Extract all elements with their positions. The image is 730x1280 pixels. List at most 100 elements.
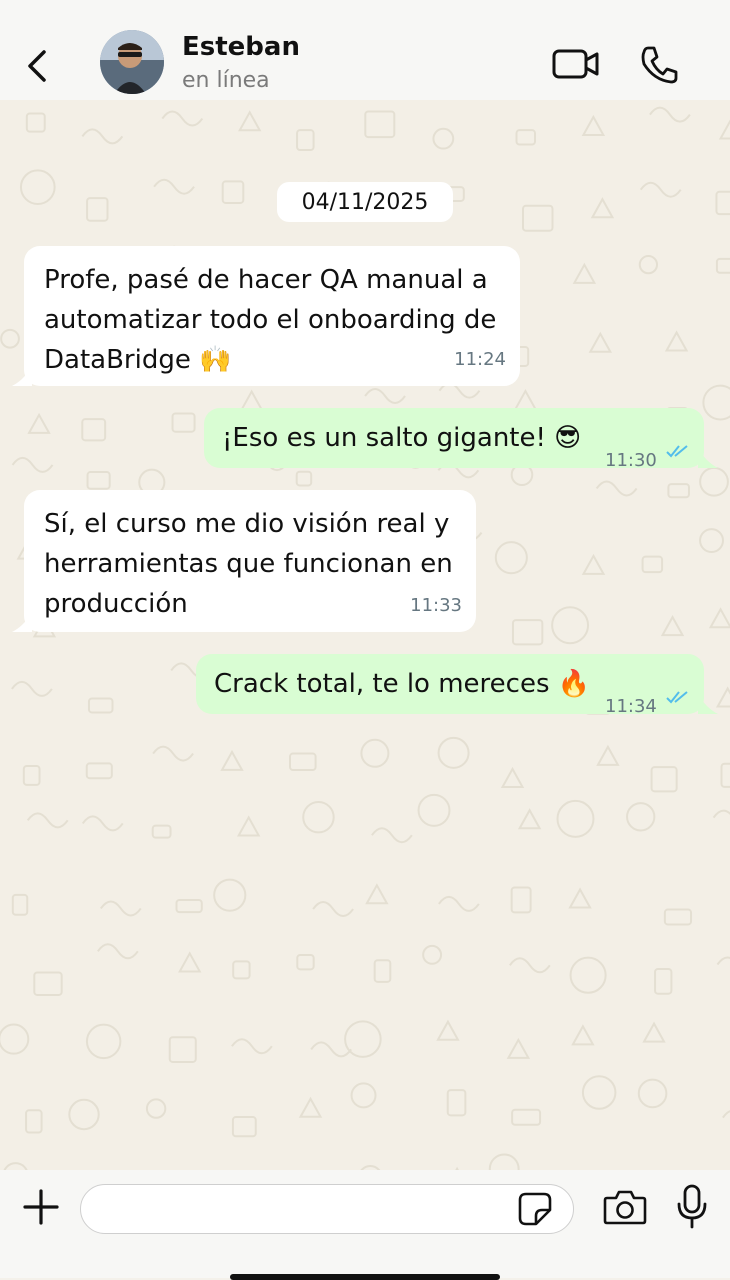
wallpaper-doodle xyxy=(494,541,528,575)
message-time: 11:34 xyxy=(605,696,657,717)
wallpaper-doodle xyxy=(510,886,532,914)
chevron-left-icon[interactable] xyxy=(22,46,54,86)
wallpaper-doodle xyxy=(289,752,317,771)
wallpaper-doodle xyxy=(161,110,204,127)
microphone-icon[interactable] xyxy=(676,1184,708,1230)
wallpaper-doodle xyxy=(642,1021,666,1043)
wallpaper-doodle xyxy=(175,898,203,914)
message-incoming[interactable]: Sí, el curso me dio visión real y herram… xyxy=(24,490,476,632)
wallpaper-doodle xyxy=(664,330,689,352)
wallpaper-doodle xyxy=(568,887,592,909)
wallpaper-doodle xyxy=(85,762,113,780)
wallpaper-doodle xyxy=(581,1075,617,1110)
wallpaper-doodle xyxy=(97,943,139,960)
wallpaper-doodle xyxy=(446,1089,467,1117)
wallpaper-doodle xyxy=(231,1038,273,1055)
wallpaper-doodle xyxy=(220,749,244,771)
wallpaper-doodle xyxy=(438,895,480,912)
wallpaper-doodle xyxy=(699,528,724,554)
wallpaper-doodle xyxy=(68,1098,100,1131)
wallpaper-doodle xyxy=(221,180,245,204)
camera-icon[interactable] xyxy=(603,1188,647,1226)
wallpaper-doodle xyxy=(25,1109,43,1134)
plus-icon[interactable] xyxy=(22,1188,60,1226)
read-ticks-icon xyxy=(666,445,688,458)
wallpaper-doodle xyxy=(513,388,538,411)
wallpaper-doodle xyxy=(145,1098,167,1119)
wallpaper-doodle xyxy=(152,745,194,762)
wallpaper-doodle xyxy=(556,799,595,838)
wallpaper-doodle xyxy=(715,257,730,274)
wallpaper-doodle xyxy=(312,901,354,918)
wallpaper-doodle xyxy=(373,959,392,983)
wallpaper-doodle xyxy=(715,686,730,708)
message-incoming[interactable]: Profe, pasé de hacer QA manual a automat… xyxy=(24,246,520,386)
wallpaper-doodle xyxy=(11,456,54,473)
wallpaper-doodle xyxy=(25,112,46,133)
date-separator: 04/11/2025 xyxy=(277,182,453,222)
wallpaper-doodle xyxy=(213,878,247,912)
wallpaper-doodle xyxy=(168,1036,197,1063)
message-time: 11:30 xyxy=(605,450,657,471)
wallpaper-doodle xyxy=(344,1020,382,1058)
wallpaper-doodle xyxy=(626,802,656,832)
wallpaper-doodle xyxy=(86,197,109,222)
wallpaper-doodle xyxy=(295,470,313,487)
wallpaper-doodle xyxy=(26,812,69,829)
wallpaper-doodle xyxy=(511,1108,542,1126)
wallpaper-doodle xyxy=(581,553,606,575)
wallpaper-doodle xyxy=(718,119,730,140)
wallpaper-doodle xyxy=(298,1096,323,1118)
wallpaper-doodle xyxy=(581,114,606,136)
wallpaper-doodle xyxy=(432,127,455,150)
wallpaper-doodle xyxy=(86,471,111,490)
wallpaper-doodle xyxy=(3,1162,28,1170)
wallpaper-doodle xyxy=(171,412,196,433)
chat-header: Esteban en línea xyxy=(0,0,730,100)
video-camera-icon[interactable] xyxy=(550,44,602,84)
wallpaper-doodle xyxy=(515,129,537,146)
phone-icon[interactable] xyxy=(638,44,680,84)
message-outgoing[interactable]: ¡Eso es un salto gigante! 😎 11:30 xyxy=(204,408,704,471)
wallpaper-doodle xyxy=(638,255,659,275)
wallpaper-doodle xyxy=(0,1023,30,1055)
wallpaper-doodle xyxy=(571,1024,595,1046)
message-outgoing[interactable]: Crack total, te lo mereces 🔥 11:34 xyxy=(196,654,704,717)
wallpaper-doodle xyxy=(663,908,693,926)
wallpaper-doodle xyxy=(178,951,202,973)
wallpaper-doodle xyxy=(350,1082,377,1109)
sticker-icon[interactable] xyxy=(518,1192,552,1226)
wallpaper-doodle xyxy=(417,793,451,827)
wallpaper-doodle xyxy=(506,1037,531,1059)
wallpaper-doodle xyxy=(436,1019,460,1041)
wallpaper-doodle xyxy=(364,388,406,404)
message-time: 11:24 xyxy=(454,349,506,370)
wallpaper-doodle xyxy=(488,1153,520,1170)
avatar[interactable] xyxy=(100,30,164,94)
contact-name[interactable]: Esteban xyxy=(182,32,300,62)
wallpaper-doodle xyxy=(33,971,63,996)
message-text: ¡Eso es un salto gigante! 😎 xyxy=(222,423,582,453)
wallpaper-doodle xyxy=(296,129,315,152)
wallpaper-doodle xyxy=(81,128,124,145)
wallpaper-doodle xyxy=(716,956,730,966)
wallpaper-doodle xyxy=(151,824,172,839)
wallpaper-doodle xyxy=(569,956,607,994)
wallpaper-doodle xyxy=(712,809,730,819)
wallpaper-doodle xyxy=(422,944,443,965)
wallpaper-doodle xyxy=(572,262,597,284)
wallpaper-doodle xyxy=(722,1110,730,1119)
wallpaper-doodle xyxy=(637,1078,668,1109)
wallpaper-doodle xyxy=(85,1023,122,1060)
wallpaper-doodle xyxy=(551,606,590,645)
contact-status: en línea xyxy=(182,68,270,93)
wallpaper-doodle xyxy=(371,827,413,844)
wallpaper-doodle xyxy=(649,106,691,123)
wallpaper-doodle xyxy=(708,607,730,629)
wallpaper-doodle xyxy=(650,766,678,793)
wallpaper-doodle xyxy=(87,697,114,714)
wallpaper-doodle xyxy=(521,204,554,232)
message-composer xyxy=(0,1170,730,1280)
message-input[interactable] xyxy=(80,1184,574,1234)
wallpaper-doodle xyxy=(81,815,124,832)
